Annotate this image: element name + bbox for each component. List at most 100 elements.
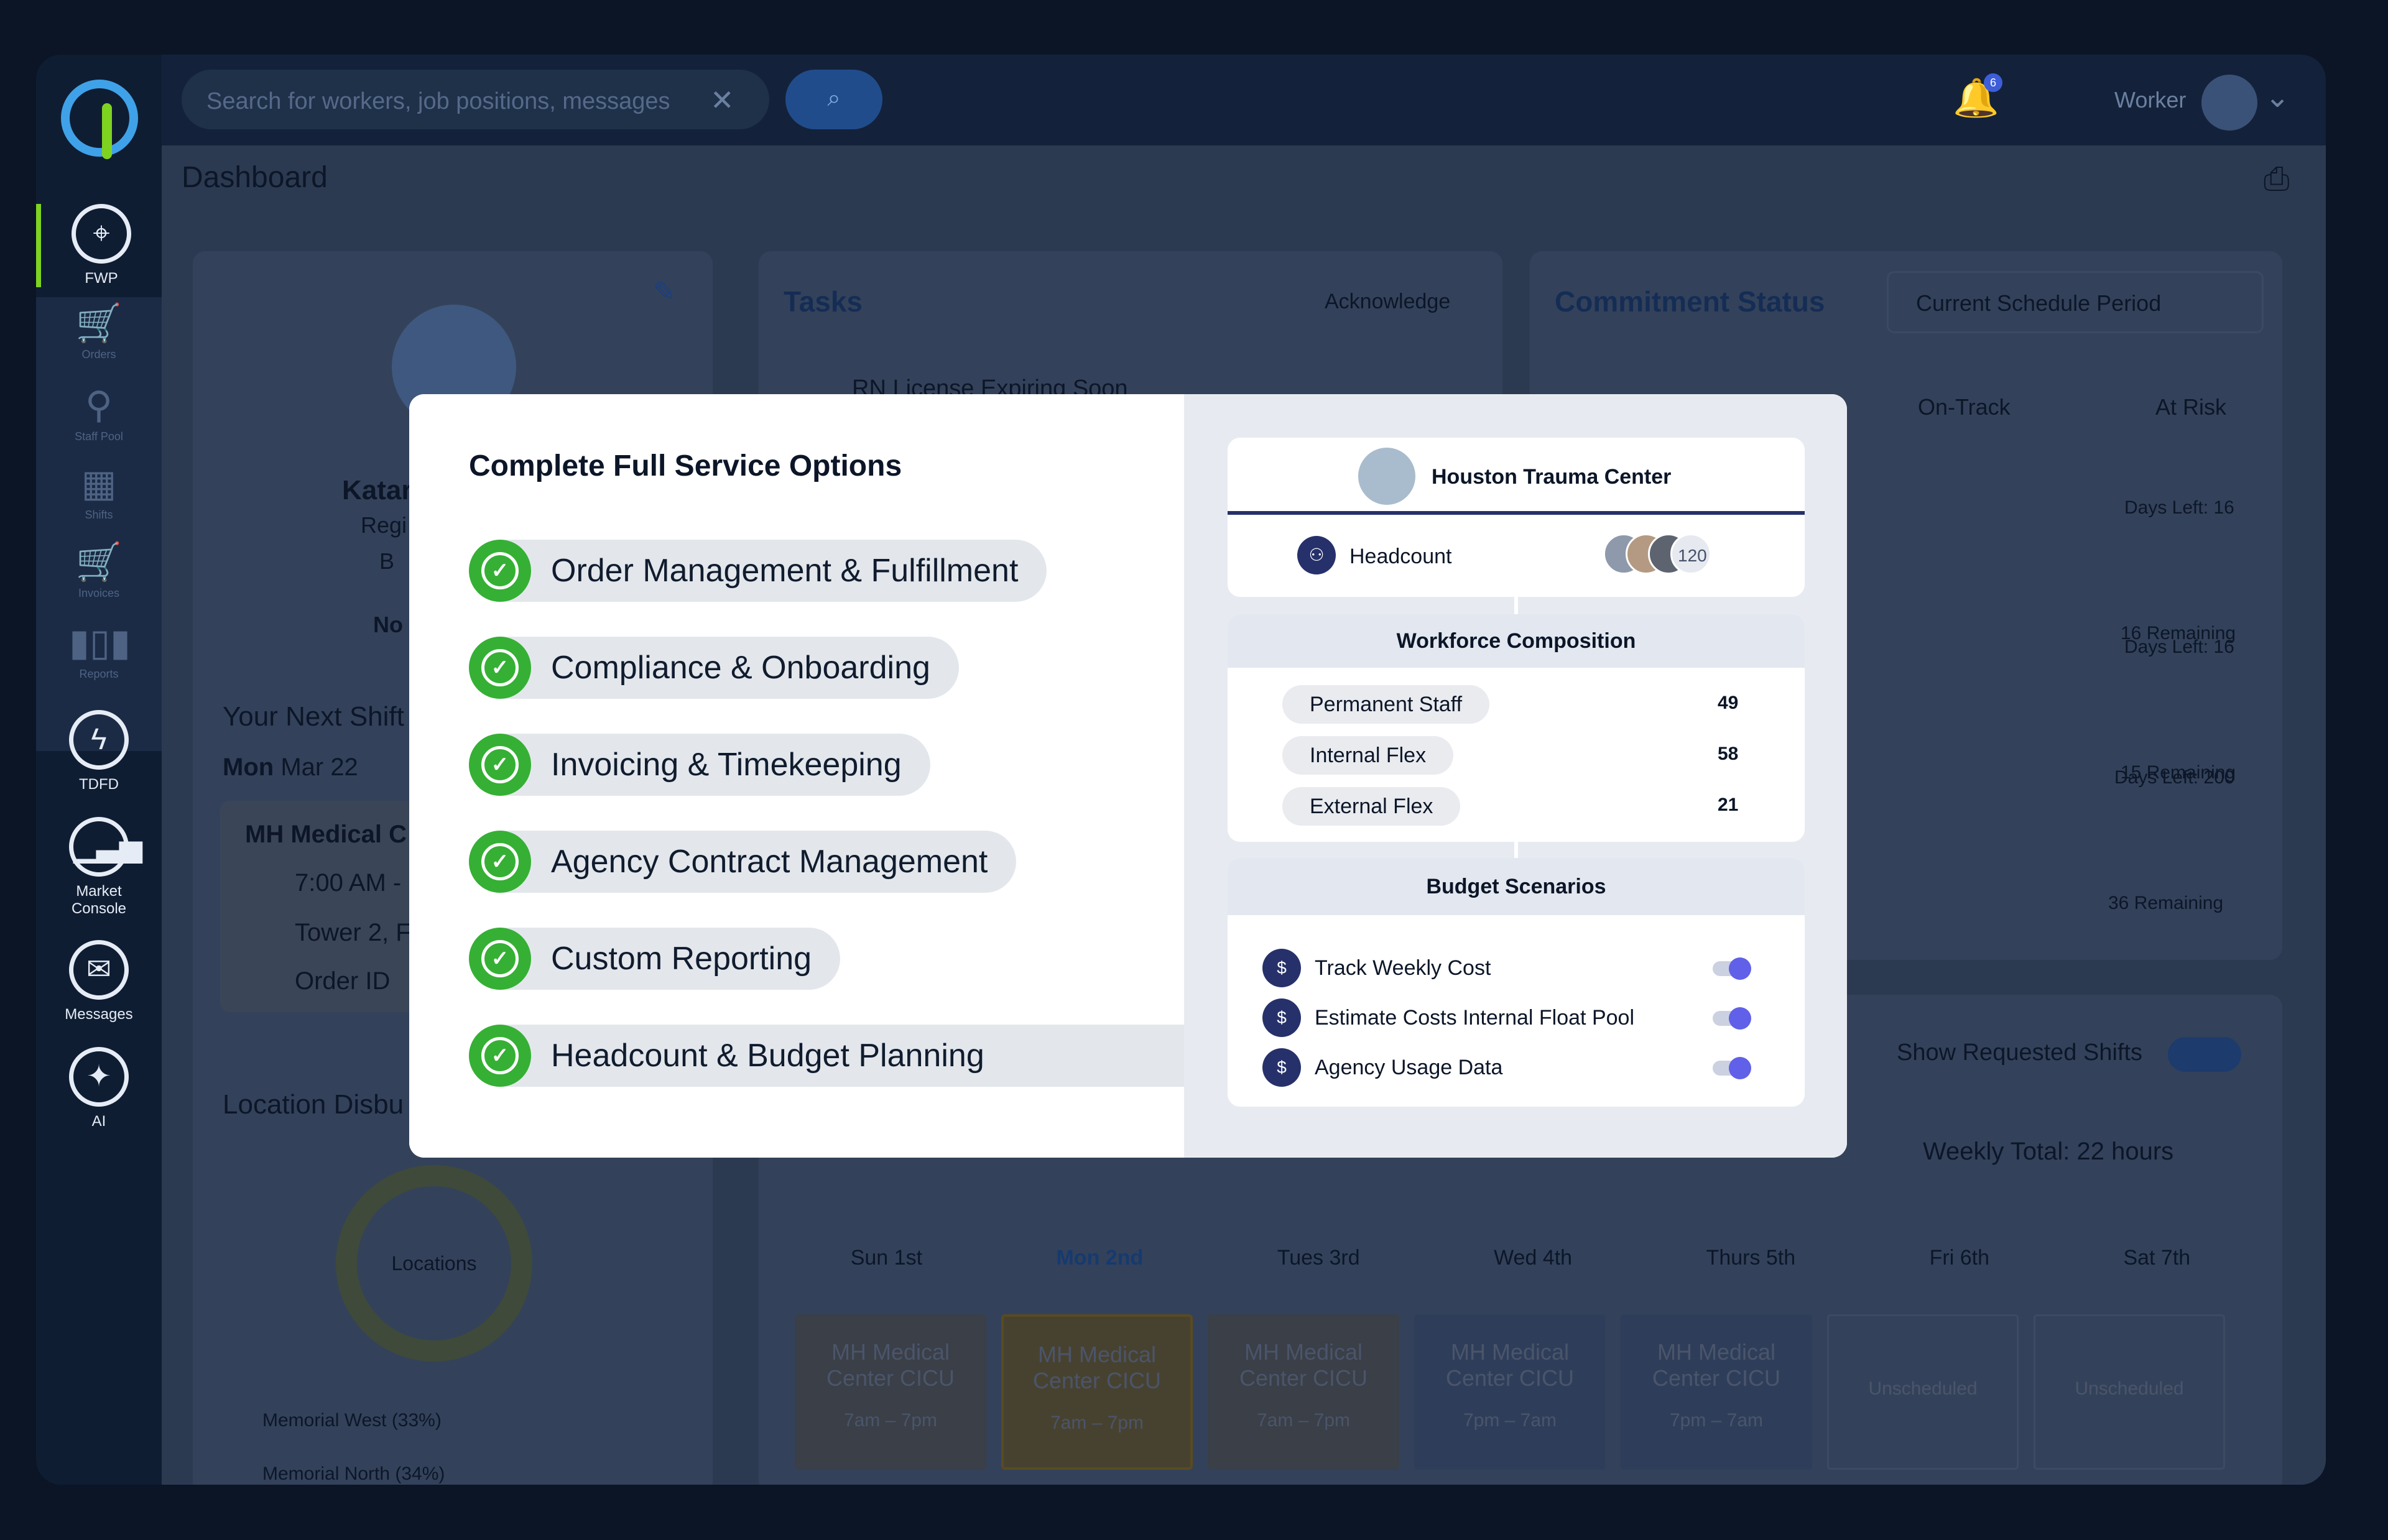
sidebar-subnav — [36, 297, 162, 751]
workforce-card: Workforce Composition Permanent Staff 49… — [1228, 614, 1805, 842]
service-options-modal: Complete Full Service Options ✓ Order Ma… — [409, 394, 1847, 1158]
sidebar-item-fwp[interactable]: ⌖ FWP — [36, 204, 162, 287]
location-heading: Location Disbu — [223, 1089, 404, 1120]
show-requested-toggle[interactable] — [2168, 1037, 2241, 1072]
shift-cell[interactable]: Unscheduled — [2034, 1314, 2225, 1470]
acknowledge-button[interactable]: Acknowledge — [1325, 290, 1450, 314]
budget-label: Agency Usage Data — [1315, 1056, 1503, 1079]
show-requested-label: Show Requested Shifts — [1897, 1040, 2143, 1066]
legend-at-risk: At Risk — [2155, 394, 2227, 420]
print-icon[interactable]: ⎙ — [2264, 160, 2290, 198]
option-item: ✓ Custom Reporting — [469, 928, 841, 990]
weekly-total: Weekly Total: 22 hours — [1923, 1138, 2174, 1165]
remaining: 36 Remaining — [2108, 893, 2224, 913]
cart-icon: 🛒 — [75, 302, 123, 344]
legend-on-track: On-Track — [1918, 394, 2011, 420]
day-headers: Sun 1st Mon 2nd Tues 3rd Wed 4th Thurs 5… — [759, 1246, 2282, 1270]
hospital-name: Houston Trauma Center — [1432, 465, 1672, 489]
chat-icon: ✉ — [69, 940, 129, 1000]
shift-cell[interactable]: Unscheduled — [1827, 1314, 2019, 1470]
workforce-value: 21 — [1718, 795, 1739, 815]
sidebar-item-reports[interactable]: ▮▯▮ Reports — [36, 620, 162, 681]
profile-line-3: No — [373, 612, 403, 637]
hospital-photo — [1358, 448, 1415, 505]
sidebar-item-tdfd[interactable]: ϟ TDFD — [36, 710, 162, 793]
sidebar-item-shifts[interactable]: ▦ Shifts — [36, 461, 162, 522]
budget-toggle[interactable] — [1713, 1007, 1751, 1030]
sidebar-item-market-console[interactable]: ▁▃▅ Market Console — [36, 817, 162, 918]
day-header: Fri 6th — [1929, 1246, 1989, 1270]
edit-icon[interactable]: ✎ — [653, 276, 676, 308]
check-circle-icon: ✓ — [469, 831, 531, 893]
user-avatar[interactable] — [2201, 75, 2257, 131]
search-placeholder: Search for workers, job positions, messa… — [206, 88, 670, 114]
period-select[interactable]: Current Schedule Period — [1887, 271, 2264, 333]
shift-cell[interactable]: MH Medical Center CICU 7am – 7pm — [1001, 1314, 1193, 1470]
sidebar-item-invoices[interactable]: 🛒 Invoices — [36, 540, 162, 600]
shift-cell[interactable]: MH Medical Center CICU 7pm – 7am — [1414, 1314, 1606, 1470]
day-header: Mon 2nd — [1056, 1246, 1144, 1270]
sidebar-item-ai[interactable]: ✦ AI — [36, 1047, 162, 1130]
sidebar-item-staff-pool[interactable]: ⚲ Staff Pool — [36, 383, 162, 443]
budget-toggle[interactable] — [1713, 1057, 1751, 1079]
workforce-value: 49 — [1718, 693, 1739, 713]
days-left: Days Left: 16 — [2124, 497, 2234, 518]
option-item: ✓ Order Management & Fulfillment — [469, 540, 1047, 602]
day-header: Sat 7th — [2123, 1246, 2191, 1270]
staff-icon: ⚲ — [85, 384, 113, 426]
legend-item: Memorial West (33%) — [262, 1410, 442, 1431]
sidebar: ⌖ FWP 🛒 Orders ⚲ Staff Pool ▦ Shifts 🛒 I… — [36, 55, 162, 1485]
invoice-cart-icon: 🛒 — [75, 541, 123, 583]
workforce-pill: Internal Flex — [1282, 736, 1454, 775]
day-header: Wed 4th — [1494, 1246, 1573, 1270]
commitment-heading: Commitment Status — [1555, 285, 1825, 318]
profile-line-1: Regi — [361, 512, 407, 538]
app-logo — [61, 80, 138, 159]
profile-line-2: B — [379, 548, 395, 574]
headcount-value: 120 — [1678, 546, 1707, 565]
tasks-heading: Tasks — [784, 285, 863, 318]
day-header: Thurs 5th — [1706, 1246, 1796, 1270]
sparkle-icon: ✦ — [69, 1047, 129, 1107]
notification-badge: 6 — [1984, 73, 2002, 92]
modal-title: Complete Full Service Options — [469, 450, 902, 482]
workforce-pill: External Flex — [1282, 787, 1461, 826]
check-circle-icon: ✓ — [469, 734, 531, 796]
check-circle-icon: ✓ — [469, 540, 531, 602]
modal-right-panel: Houston Trauma Center ⚇ Headcount 120 Wo… — [1184, 394, 1847, 1158]
hospital-header: Houston Trauma Center — [1228, 438, 1805, 515]
budget-card: Budget Scenarios $ Track Weekly Cost $ E… — [1228, 858, 1805, 1107]
shift-cell[interactable]: MH Medical Center CICU 7am – 7pm — [795, 1314, 986, 1470]
workforce-value: 58 — [1718, 744, 1739, 764]
sidebar-item-orders[interactable]: 🛒 Orders — [36, 301, 162, 361]
dollar-icon: $ — [1262, 998, 1301, 1037]
budget-toggle[interactable] — [1713, 957, 1751, 980]
budget-heading: Budget Scenarios — [1228, 858, 1805, 915]
modal-left-panel: Complete Full Service Options ✓ Order Ma… — [409, 394, 1184, 1158]
next-shift-location: MH Medical C — [245, 821, 407, 848]
shift-cell[interactable]: MH Medical Center CICU 7am – 7pm — [1208, 1314, 1399, 1470]
next-shift-time: 7:00 AM - — [295, 869, 402, 897]
bar-chart-icon: ▮▯▮ — [69, 622, 131, 663]
next-shift-order: Order ID — [295, 967, 391, 995]
shift-cell[interactable]: MH Medical Center CICU 7pm – 7am — [1621, 1314, 1812, 1470]
chevron-down-icon[interactable]: ⌄ — [2265, 80, 2290, 114]
budget-label: Estimate Costs Internal Float Pool — [1315, 1006, 1635, 1030]
market-chart-icon: ▁▃▅ — [69, 817, 142, 877]
option-item: ✓ Invoicing & Timekeeping — [469, 734, 930, 796]
day-header: Tues 3rd — [1277, 1246, 1360, 1270]
sidebar-item-messages[interactable]: ✉ Messages — [36, 940, 162, 1023]
days-left: Days Left: 200 — [2114, 767, 2235, 788]
check-circle-icon: ✓ — [469, 637, 531, 699]
budget-label: Track Weekly Cost — [1315, 956, 1491, 980]
search-button[interactable]: ⌕ — [785, 70, 882, 129]
map-pin-icon: ⌖ — [72, 204, 131, 264]
option-item: ✓ Agency Contract Management — [469, 831, 1017, 893]
option-item: ✓ Headcount & Budget Planning — [469, 1025, 1184, 1087]
user-role: Worker — [2114, 87, 2187, 113]
search-input[interactable]: Search for workers, job positions, messa… — [182, 70, 769, 129]
top-bar: Search for workers, job positions, messa… — [162, 55, 2326, 145]
dollar-icon: $ — [1262, 1048, 1301, 1087]
days-left: Days Left: 16 — [2124, 637, 2234, 657]
clear-search-icon[interactable]: ✕ — [710, 83, 734, 117]
